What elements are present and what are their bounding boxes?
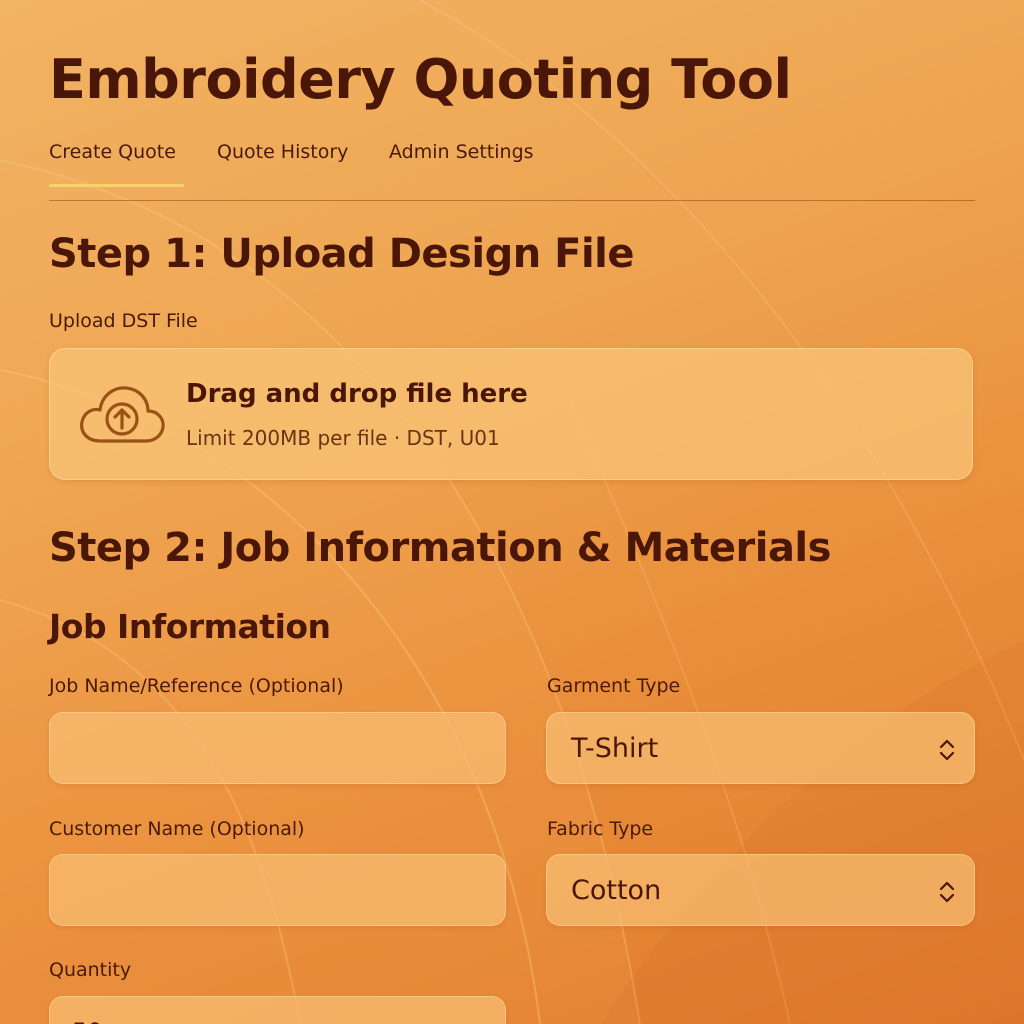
customer-name-label: Customer Name (Optional) xyxy=(49,818,305,840)
tab-quote-history[interactable]: Quote History xyxy=(217,138,348,166)
job-name-input[interactable] xyxy=(49,712,506,784)
cloud-upload-icon xyxy=(80,386,165,443)
app-title: Embroidery Quoting Tool xyxy=(49,48,792,111)
dropzone-title: Drag and drop file here xyxy=(186,379,528,409)
job-name-label: Job Name/Reference (Optional) xyxy=(49,675,344,697)
fabric-type-select[interactable]: Cotton xyxy=(546,854,975,926)
garment-type-value: T-Shirt xyxy=(571,733,659,764)
fabric-type-value: Cotton xyxy=(571,875,662,906)
tab-bar: Create Quote Quote History Admin Setting… xyxy=(49,130,975,201)
garment-type-select[interactable]: T-Shirt xyxy=(546,712,975,784)
garment-type-label: Garment Type xyxy=(547,675,681,697)
step2-heading: Step 2: Job Information & Materials xyxy=(49,525,831,571)
active-tab-indicator xyxy=(49,184,184,187)
quantity-input[interactable] xyxy=(49,996,506,1024)
dropzone-hint: Limit 200MB per file · DST, U01 xyxy=(186,426,500,450)
quantity-label: Quantity xyxy=(49,959,132,981)
customer-name-input[interactable] xyxy=(49,854,506,926)
upload-label: Upload DST File xyxy=(49,310,198,332)
tab-admin-settings[interactable]: Admin Settings xyxy=(389,138,534,166)
tab-create-quote[interactable]: Create Quote xyxy=(49,138,176,166)
fabric-type-label: Fabric Type xyxy=(547,818,654,840)
step1-heading: Step 1: Upload Design File xyxy=(49,231,635,277)
chevron-updown-icon xyxy=(939,881,955,903)
file-dropzone[interactable]: Drag and drop file here Limit 200MB per … xyxy=(49,348,973,480)
job-information-heading: Job Information xyxy=(49,607,331,646)
page-content: Embroidery Quoting Tool Create Quote Quo… xyxy=(49,0,975,1024)
chevron-updown-icon xyxy=(939,739,955,761)
